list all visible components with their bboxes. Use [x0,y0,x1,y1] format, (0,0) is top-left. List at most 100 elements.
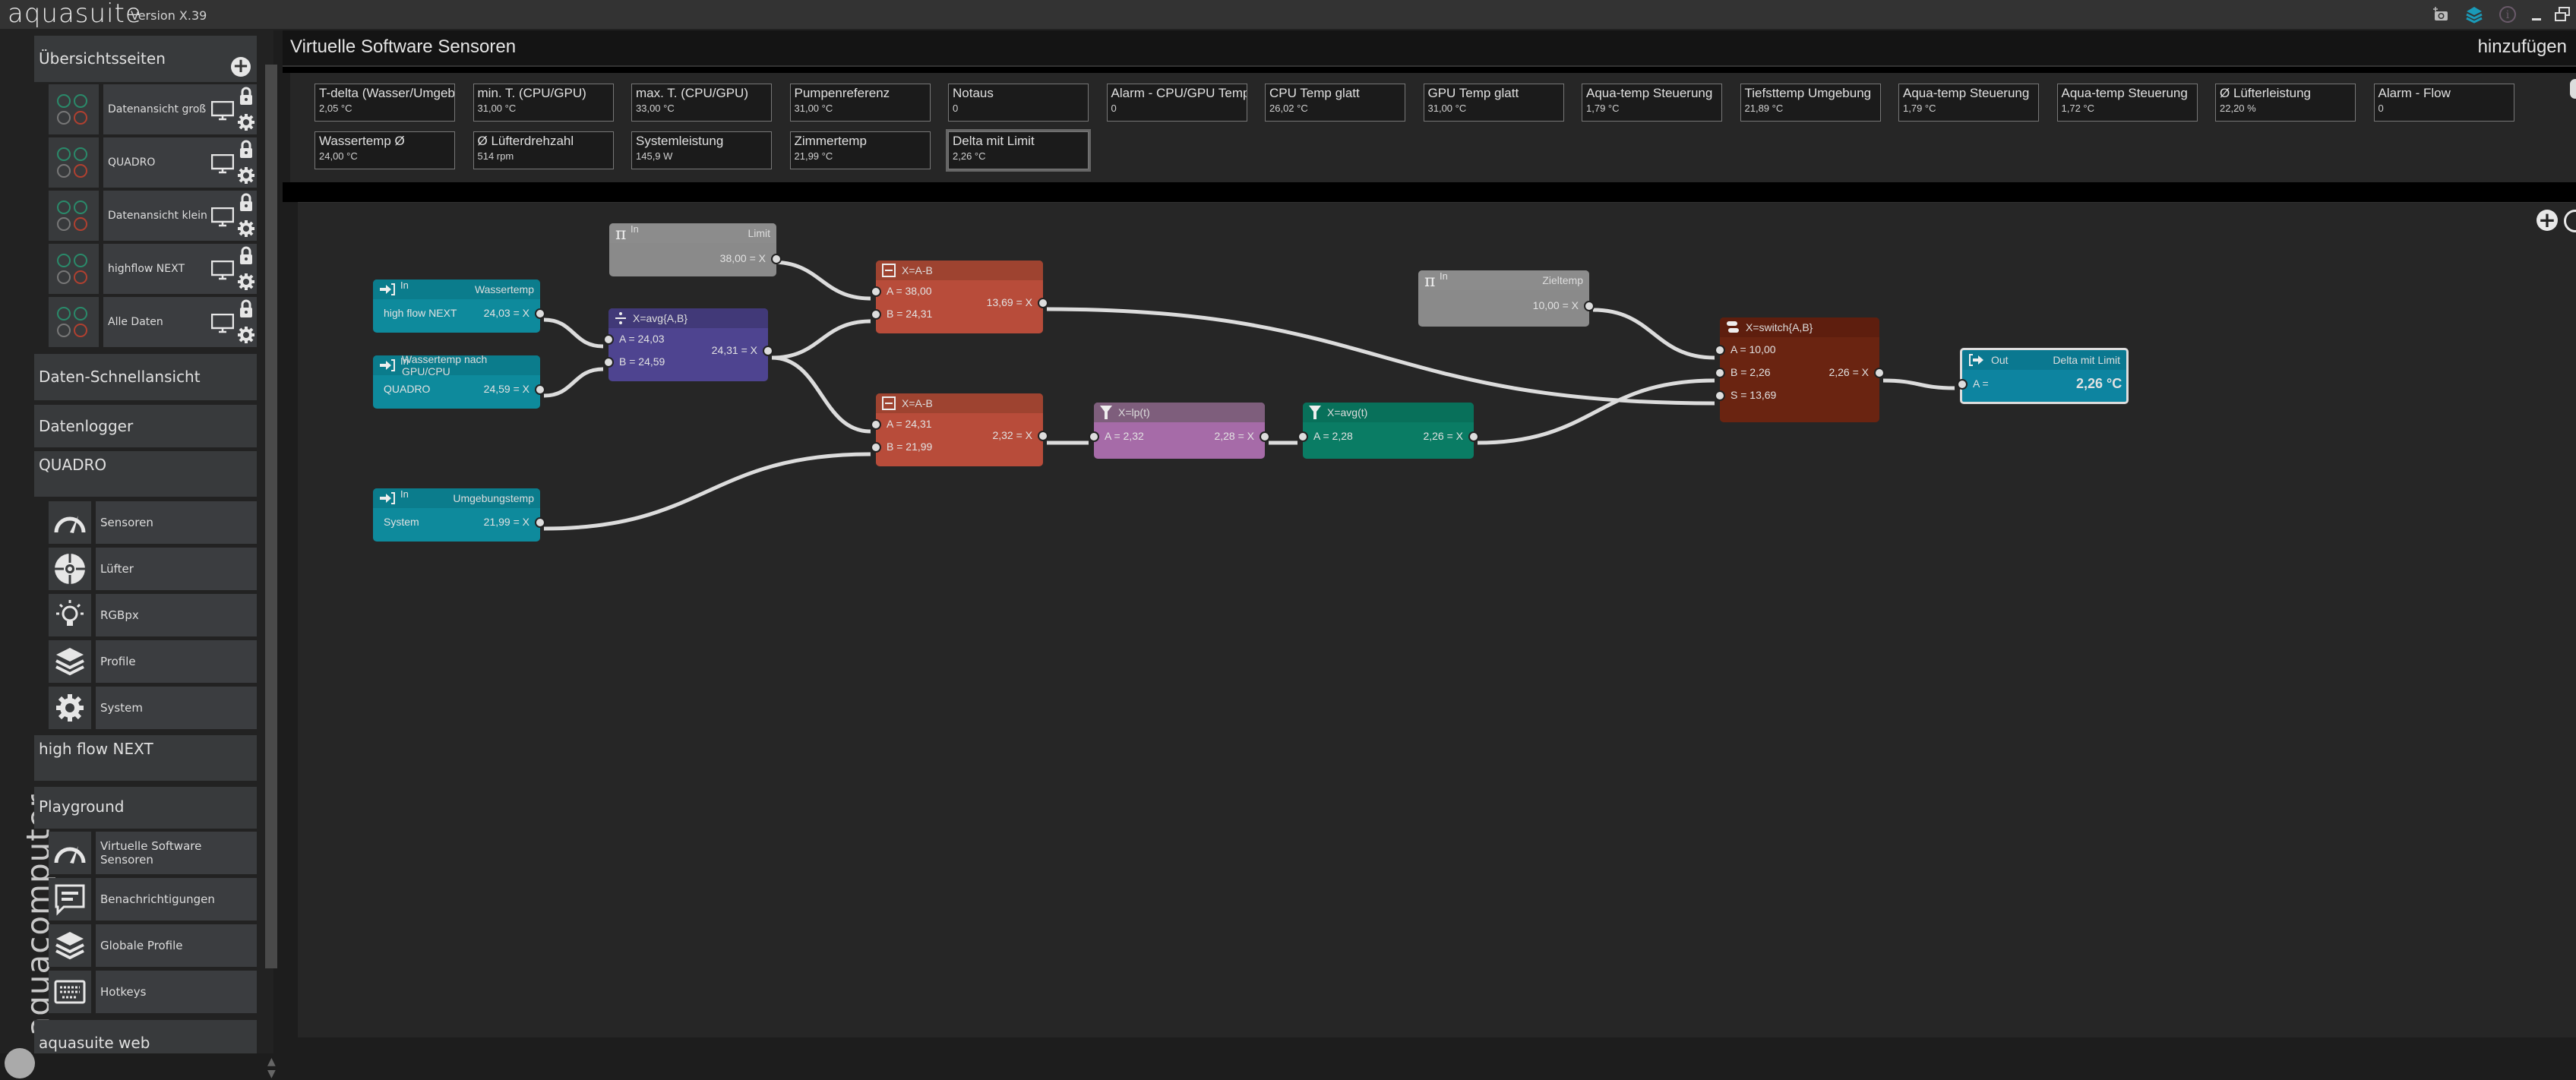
wire [771,260,871,301]
input-b: B = 24,31 [887,308,933,320]
wire [1046,307,1715,406]
node-name: Zieltemp [1542,274,1583,286]
input-icon [379,359,396,371]
node-source: high flow NEXT [384,307,457,319]
node-output: 38,00 = X [719,252,766,264]
node-sub2[interactable]: X=A-B A = 24,31 B = 21,99 2,32 = X [871,393,1048,466]
node-name: Wassertemp [474,283,534,295]
node-name: Wassertemp nach GPU/CPU [402,353,488,377]
node-output: 2,32 = X [992,429,1032,441]
node-body: In 38,00 = X [609,223,782,273]
input-port[interactable] [871,309,881,320]
node-type: In [631,223,639,235]
node-avgt[interactable]: X=avg(t) A = 2,28 2,26 = X [1297,403,1479,459]
node-output: 24,31 = X [711,344,757,356]
node-type: In [400,355,409,367]
node-wassertemp_gpu[interactable]: Wassertemp nach GPU/CPU In QUADRO 24,59 = X [373,353,545,409]
output-port[interactable] [535,384,545,395]
output-value: 2,26 °C [2076,376,2122,391]
input-b: B = 2,26 [1731,366,1771,378]
input-icon [379,283,396,295]
node-output: 21,99 = X [483,516,529,528]
node-header: X=A-B [876,261,1043,280]
input-s: S = 13,69 [1731,389,1777,401]
node-body: In QUADRO 24,59 = X [373,355,545,406]
output-port[interactable] [763,346,773,356]
output-icon [1968,354,1985,366]
switch-icon [1726,321,1740,334]
node-title: X=avg{A,B} [633,312,688,324]
input-a: A = 2,28 [1313,430,1353,442]
output-port[interactable] [1260,431,1270,442]
node-lp[interactable]: X=lp(t) A = 2,32 2,28 = X [1089,403,1270,459]
node-header: X=A-B [876,393,1043,413]
output-port[interactable] [1874,368,1885,378]
input-port[interactable] [1715,368,1725,378]
node-header: X=lp(t) [1094,403,1265,422]
constant-icon: π [1424,273,1441,288]
node-title: X=avg(t) [1327,406,1368,418]
input-port[interactable] [603,357,614,368]
output-port[interactable] [1468,431,1479,442]
node-output: 24,59 = X [483,383,529,395]
output-port[interactable] [1038,431,1048,441]
input-a: A = 24,31 [887,418,932,430]
output-port[interactable] [1038,298,1048,308]
node-header: Wassertemp [373,279,540,299]
node-type: In [400,279,409,291]
wire [1882,378,1955,390]
input-port[interactable] [1297,431,1308,442]
node-header: Umgebungstemp [373,488,540,508]
node-title: X=A-B [902,264,933,276]
wire [771,319,871,360]
node-body: A = 2,28 2,26 = X [1297,422,1479,456]
node-output: 13,69 = X [986,296,1032,308]
node-avg[interactable]: X=avg{A,B} A = 24,03 B = 24,59 24,31 = X [603,308,773,381]
node-output: 2,26 = X [1828,366,1869,378]
wire [543,317,604,349]
node-zieltemp[interactable]: π Zieltemp In 10,00 = X [1418,270,1595,327]
input-port[interactable] [871,419,881,430]
node-title: X=A-B [902,397,933,409]
node-sub1[interactable]: X=A-B A = 38,00 B = 24,31 13,69 = X [871,261,1048,333]
node-body: In System 21,99 = X [373,488,545,538]
node-output: 24,03 = X [483,307,529,319]
input-port[interactable] [1715,390,1725,401]
node-title: X=lp(t) [1118,406,1150,418]
scroll-arrows-icon[interactable]: ▲ ▼ [267,1056,276,1080]
node-source: QUADRO [384,383,431,395]
node-body: A = 38,00 B = 24,31 13,69 = X [871,280,1048,330]
node-limit[interactable]: π Limit In 38,00 = X [609,223,782,276]
node-output[interactable]: Out Delta mit Limit A = 2,26 °C [1957,348,2129,404]
input-port[interactable] [603,334,614,345]
input-a: A = 24,03 [619,333,665,345]
output-port[interactable] [1584,301,1595,311]
node-switch[interactable]: X=switch{A,B} A = 10,00 B = 2,26 S = 13,69 2… [1715,317,1885,422]
node-output: 2,26 = X [1423,430,1463,442]
output-port[interactable] [535,517,545,528]
subtract-icon [882,396,896,410]
filter-icon [1309,406,1321,419]
node-wassertemp[interactable]: Wassertemp In high flow NEXT 24,03 = X [373,279,545,333]
node-body: A = 2,32 2,28 = X [1089,422,1270,456]
node-output: 2,28 = X [1214,430,1254,442]
node-header: Out Delta mit Limit [1962,350,2126,370]
node-title: X=switch{A,B} [1746,321,1813,333]
output-port[interactable] [771,254,782,264]
input-port[interactable] [871,286,881,297]
input-b: B = 24,59 [619,355,665,368]
node-body: In high flow NEXT 24,03 = X [373,279,545,330]
node-header: X=avg{A,B} [608,308,768,328]
node-umgebung[interactable]: Umgebungstemp In System 21,99 = X [373,488,545,542]
node-body: A = 24,03 B = 24,59 24,31 = X [603,328,773,378]
input-port[interactable] [871,442,881,453]
input-port[interactable] [1957,379,1968,390]
input-port[interactable] [1715,345,1725,355]
output-port[interactable] [535,308,545,319]
svg-text:π: π [615,226,626,241]
input-a: A = 10,00 [1731,343,1776,355]
wire [1592,308,1715,360]
wire [543,367,604,398]
input-port[interactable] [1089,431,1099,442]
node-source: System [384,516,419,528]
